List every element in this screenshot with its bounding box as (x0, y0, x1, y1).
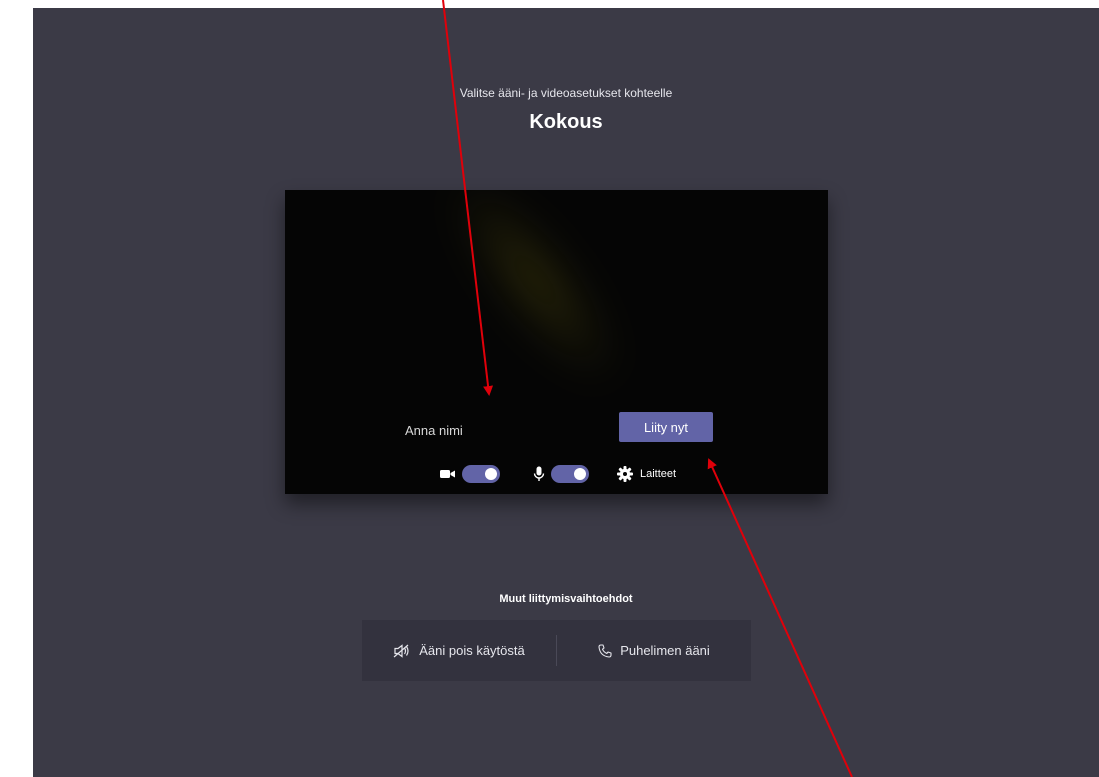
microphone-toggle[interactable] (551, 465, 589, 483)
gear-icon (617, 466, 633, 482)
other-join-options: Ääni pois käytöstä Puhelimen ääni (362, 620, 751, 681)
camera-control (440, 462, 500, 486)
video-preview: Liity nyt (285, 190, 828, 494)
name-input[interactable] (403, 416, 587, 444)
devices-label: Laitteet (640, 468, 677, 480)
video-preview-glow (423, 190, 647, 408)
devices-button[interactable]: Laitteet (617, 462, 676, 486)
microphone-control (533, 462, 589, 486)
camera-toggle[interactable] (462, 465, 500, 483)
other-join-options-title: Muut liittymisvaihtoehdot (499, 593, 633, 605)
audio-off-option[interactable]: Ääni pois käytöstä (362, 620, 556, 681)
audio-off-label: Ääni pois käytöstä (419, 643, 525, 658)
prejoin-subtitle: Valitse ääni- ja videoasetukset kohteell… (459, 86, 673, 100)
video-camera-icon (440, 468, 456, 480)
device-controls: Laitteet (285, 462, 828, 486)
microphone-icon (533, 466, 545, 482)
meeting-prejoin-screen: Valitse ääni- ja videoasetukset kohteell… (33, 8, 1099, 777)
speaker-muted-icon (393, 643, 411, 658)
phone-audio-option[interactable]: Puhelimen ääni (557, 620, 751, 681)
microphone-toggle-knob (574, 468, 586, 480)
camera-toggle-knob (485, 468, 497, 480)
join-now-button[interactable]: Liity nyt (619, 412, 713, 442)
meeting-title: Kokous (529, 111, 603, 133)
phone-audio-label: Puhelimen ääni (620, 643, 710, 658)
phone-icon (598, 643, 612, 658)
